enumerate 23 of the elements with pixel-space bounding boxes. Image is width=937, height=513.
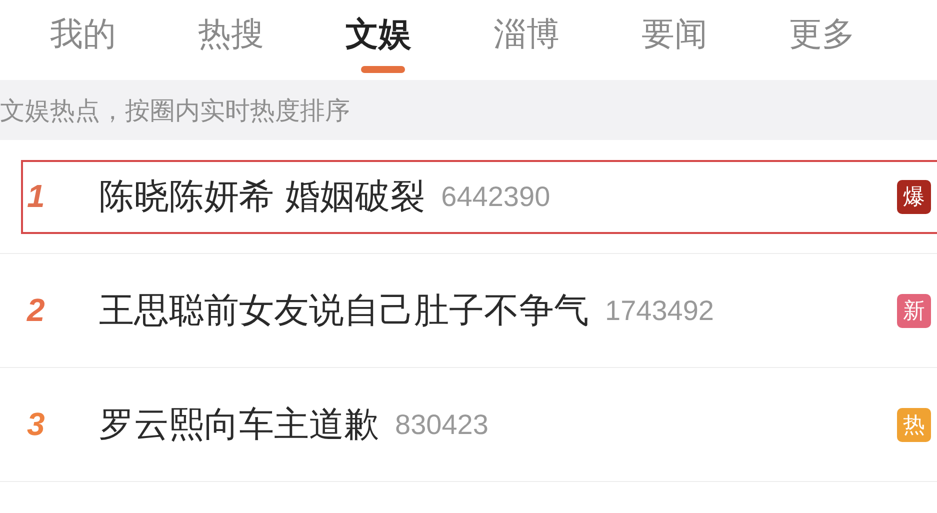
- heat-count: 1743492: [605, 294, 716, 326]
- hot-search-item[interactable]: 3 罗云熙向车主道歉 830423 热: [21, 388, 937, 462]
- rank-number: 3: [26, 406, 46, 443]
- tab[interactable]: 热搜: [198, 0, 346, 80]
- rank-number: 2: [26, 292, 46, 329]
- item-title: 罗云熙向车主道歉: [99, 404, 379, 447]
- tab[interactable]: 要闻: [641, 0, 790, 80]
- heat-count: 6442390: [441, 180, 552, 212]
- notice-text: 文娱热点，按圈内实时热度排序: [0, 94, 350, 126]
- status-badge: 新: [897, 294, 931, 328]
- tab[interactable]: 淄博: [493, 0, 642, 80]
- item-title: 陈晓陈妍希 婚姻破裂: [99, 176, 426, 219]
- hot-search-item[interactable]: 2 王思聪前女友说自己肚子不争气 1743492 新: [21, 274, 937, 348]
- tab[interactable]: 文娱: [346, 0, 494, 80]
- status-badge: 爆: [897, 180, 931, 214]
- item-title: 王思聪前女友说自己肚子不争气: [99, 290, 589, 333]
- tab[interactable]: 更多: [789, 0, 937, 80]
- tab[interactable]: 我的: [50, 0, 198, 80]
- rank-number: 1: [26, 178, 46, 215]
- hot-search-item[interactable]: 1 陈晓陈妍希 婚姻破裂 6442390 爆: [21, 160, 937, 234]
- status-badge: 热: [897, 408, 931, 442]
- heat-count: 830423: [395, 408, 490, 440]
- tab-indicator: [360, 66, 405, 73]
